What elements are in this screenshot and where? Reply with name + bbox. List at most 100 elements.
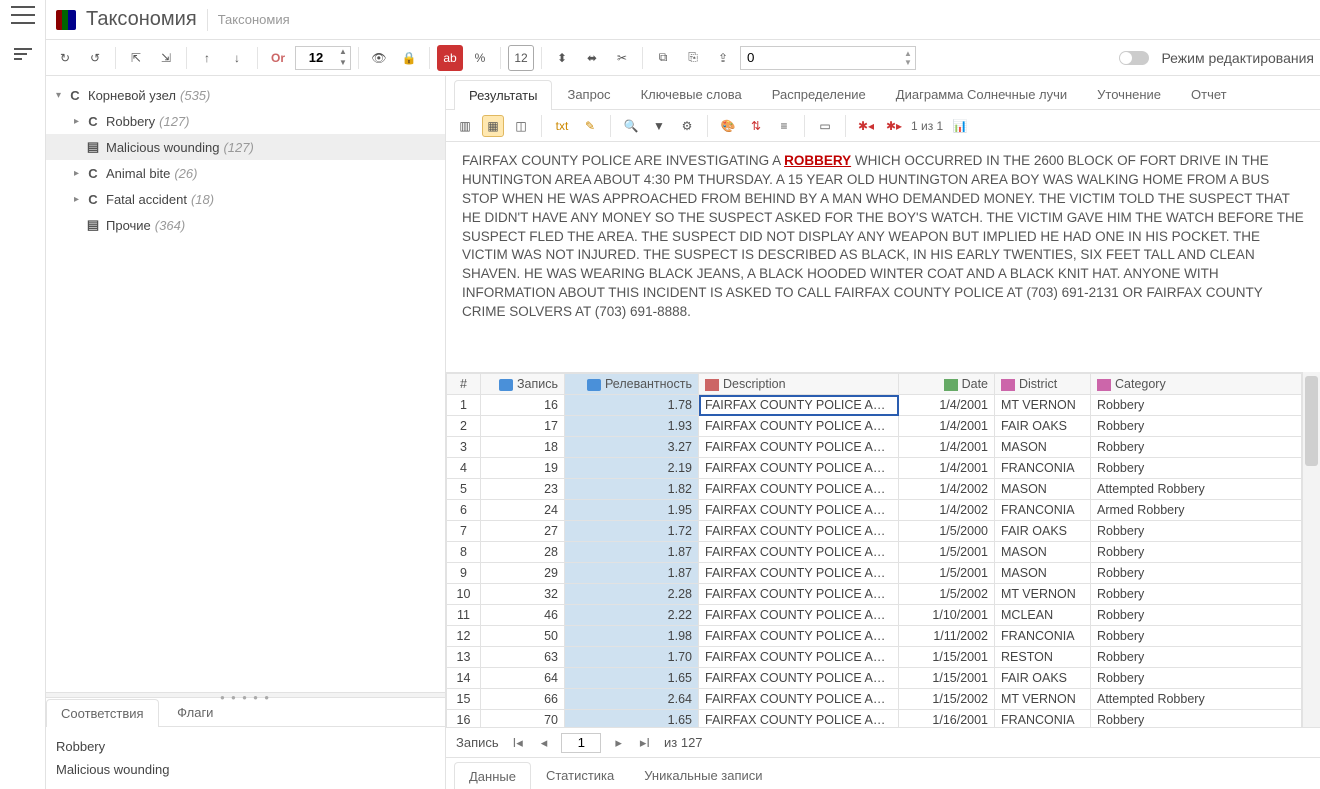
nav-prev-icon[interactable]: ✱◂ xyxy=(855,115,877,137)
tree-item[interactable]: ▸CRobbery(127) xyxy=(46,108,445,134)
hierarchy-remove-icon[interactable]: ✂ xyxy=(609,45,635,71)
filter-icon[interactable]: ▼ xyxy=(648,115,670,137)
highlight-icon[interactable]: ab xyxy=(437,45,463,71)
tab-data[interactable]: Данные xyxy=(454,762,531,789)
percent-icon[interactable]: % xyxy=(467,45,493,71)
offset-input-wrap[interactable]: ▲▼ xyxy=(740,46,916,70)
refresh-icon[interactable]: ↻ xyxy=(52,45,78,71)
tab-report[interactable]: Отчет xyxy=(1176,79,1242,109)
annotate-icon[interactable]: ▭ xyxy=(814,115,836,137)
search-icon[interactable]: 🔍 xyxy=(620,115,642,137)
undo-icon[interactable]: ↺ xyxy=(82,45,108,71)
sort-icon[interactable]: ⇅ xyxy=(745,115,767,137)
offset-up-icon[interactable]: ▲ xyxy=(901,49,915,58)
eye-icon[interactable]: 👁 xyxy=(366,45,392,71)
tab-matches[interactable]: Соответствия xyxy=(46,699,159,727)
offset-input[interactable] xyxy=(741,50,901,65)
arrow-up-icon[interactable]: ↑ xyxy=(194,45,220,71)
table-row[interactable]: 13631.70FAIRFAX COUNTY POLICE ARE INVE1/… xyxy=(447,647,1302,668)
col-description[interactable]: Description xyxy=(699,374,899,395)
table-row[interactable]: 4192.19FAIRFAX COUNTY POLICE ARE INVE1/4… xyxy=(447,458,1302,479)
col-date[interactable]: Date xyxy=(899,374,995,395)
caret-right-icon[interactable]: ▸ xyxy=(74,116,86,127)
column-icon[interactable]: 12 xyxy=(508,45,534,71)
tree-item[interactable]: ▸CFatal accident(18) xyxy=(46,186,445,212)
table-row[interactable]: 7271.72FAIRFAX COUNTY POLICE ARE INVE1/5… xyxy=(447,521,1302,542)
tab-results[interactable]: Результаты xyxy=(454,80,552,110)
table-row[interactable]: 6241.95FAIRFAX COUNTY POLICE ARE INVE1/4… xyxy=(447,500,1302,521)
caret-down-icon[interactable]: ▾ xyxy=(56,90,68,101)
chart-icon[interactable]: 📊 xyxy=(949,115,971,137)
offset-down-icon[interactable]: ▼ xyxy=(901,58,915,67)
vertical-scrollbar[interactable] xyxy=(1302,372,1320,727)
pager-next-icon[interactable]: ▸ xyxy=(611,735,626,751)
tab-unique[interactable]: Уникальные записи xyxy=(629,761,777,789)
spin-up-icon[interactable]: ▲ xyxy=(336,47,350,58)
tree-collapse-icon[interactable]: ⇲ xyxy=(153,45,179,71)
gear-icon[interactable]: ⚙ xyxy=(676,115,698,137)
col-relevance[interactable]: Релевантность xyxy=(565,374,699,395)
or-operator-button[interactable]: Or xyxy=(265,45,291,71)
export-icon[interactable]: ⇪ xyxy=(710,45,736,71)
copy-icon[interactable]: ⧉ xyxy=(650,45,676,71)
hierarchy-add-icon[interactable]: ⬍ xyxy=(549,45,575,71)
table-row[interactable]: 8281.87FAIRFAX COUNTY POLICE ARE INVE1/5… xyxy=(447,542,1302,563)
pager-first-icon[interactable]: I◂ xyxy=(509,735,527,751)
tab-query[interactable]: Запрос xyxy=(552,79,625,109)
paste-icon[interactable]: ⎘ xyxy=(680,45,706,71)
table-row[interactable]: 11462.22FAIRFAX COUNTY POLICE ARE INVE1/… xyxy=(447,605,1302,626)
table-row[interactable]: 16701.65FAIRFAX COUNTY POLICE ARE INVE1/… xyxy=(447,710,1302,728)
tree-item[interactable]: ▤Malicious wounding(127) xyxy=(46,134,445,160)
col-category[interactable]: Category xyxy=(1091,374,1302,395)
menu-icon[interactable] xyxy=(11,6,35,24)
tree-root[interactable]: ▾ C Корневой узел (535) xyxy=(46,82,445,108)
table-row[interactable]: 10322.28FAIRFAX COUNTY POLICE ARE INVE1/… xyxy=(447,584,1302,605)
table-row[interactable]: 2171.93FAIRFAX COUNTY POLICE ARE INVE1/4… xyxy=(447,416,1302,437)
caret-right-icon[interactable]: ▸ xyxy=(74,168,86,179)
taxonomy-tree[interactable]: ▾ C Корневой узел (535) ▸CRobbery(127)▤M… xyxy=(46,76,445,692)
results-grid[interactable]: # Запись Релевантность Description Date … xyxy=(446,372,1302,727)
tree-expand-icon[interactable]: ⇱ xyxy=(123,45,149,71)
table-row[interactable]: 12501.98FAIRFAX COUNTY POLICE ARE INVE1/… xyxy=(447,626,1302,647)
tab-distribution[interactable]: Распределение xyxy=(757,79,881,109)
table-row[interactable]: 9291.87FAIRFAX COUNTY POLICE ARE INVE1/5… xyxy=(447,563,1302,584)
tab-sunburst[interactable]: Диаграмма Солнечные лучи xyxy=(881,79,1082,109)
tree-item[interactable]: ▤Прочие(364) xyxy=(46,212,445,238)
list-icon[interactable]: ≡ xyxy=(773,115,795,137)
lock-icon[interactable]: 🔒 xyxy=(396,45,422,71)
view-split-icon[interactable]: ▦ xyxy=(482,115,504,137)
table-row[interactable]: 14641.65FAIRFAX COUNTY POLICE ARE INVE1/… xyxy=(447,668,1302,689)
tab-stats[interactable]: Статистика xyxy=(531,761,629,789)
list-item[interactable]: Malicious wounding xyxy=(56,758,435,781)
text-mode-icon[interactable]: txt xyxy=(551,115,573,137)
tab-refine[interactable]: Уточнение xyxy=(1082,79,1176,109)
table-row[interactable]: 5231.82FAIRFAX COUNTY POLICE ARE INVE1/4… xyxy=(447,479,1302,500)
pager-page-input[interactable] xyxy=(561,733,601,753)
font-size-input[interactable] xyxy=(296,50,336,65)
tree-item[interactable]: ▸CAnimal bite(26) xyxy=(46,160,445,186)
pager-last-icon[interactable]: ▸I xyxy=(636,735,654,751)
view-columns-icon[interactable]: ◫ xyxy=(510,115,532,137)
list-item[interactable]: Robbery xyxy=(56,735,435,758)
scrollbar-thumb[interactable] xyxy=(1305,376,1318,466)
pager-prev-icon[interactable]: ◂ xyxy=(537,735,552,751)
settings-sliders-icon[interactable] xyxy=(14,48,32,62)
table-row[interactable]: 1161.78FAIRFAX COUNTY POLICE ARE INVE1/4… xyxy=(447,395,1302,416)
col-district[interactable]: District xyxy=(995,374,1091,395)
table-row[interactable]: 15662.64FAIRFAX COUNTY POLICE ARRESTE1/1… xyxy=(447,689,1302,710)
edit-mode-toggle[interactable] xyxy=(1119,51,1149,65)
col-index[interactable]: # xyxy=(447,374,481,395)
caret-right-icon[interactable]: ▸ xyxy=(74,194,86,205)
font-size-spinner[interactable]: ▲▼ xyxy=(295,46,351,70)
hierarchy-edit-icon[interactable]: ⬌ xyxy=(579,45,605,71)
palette-icon[interactable]: 🎨 xyxy=(717,115,739,137)
table-row[interactable]: 3183.27FAIRFAX COUNTY POLICE ARE INVE1/4… xyxy=(447,437,1302,458)
tab-flags[interactable]: Флаги xyxy=(162,698,228,726)
view-list-icon[interactable]: ▥ xyxy=(454,115,476,137)
arrow-down-icon[interactable]: ↓ xyxy=(224,45,250,71)
nav-next-icon[interactable]: ✱▸ xyxy=(883,115,905,137)
tab-keywords[interactable]: Ключевые слова xyxy=(626,79,757,109)
col-record[interactable]: Запись xyxy=(481,374,565,395)
spin-down-icon[interactable]: ▼ xyxy=(336,58,350,69)
highlight-toggle-icon[interactable]: ✎ xyxy=(579,115,601,137)
